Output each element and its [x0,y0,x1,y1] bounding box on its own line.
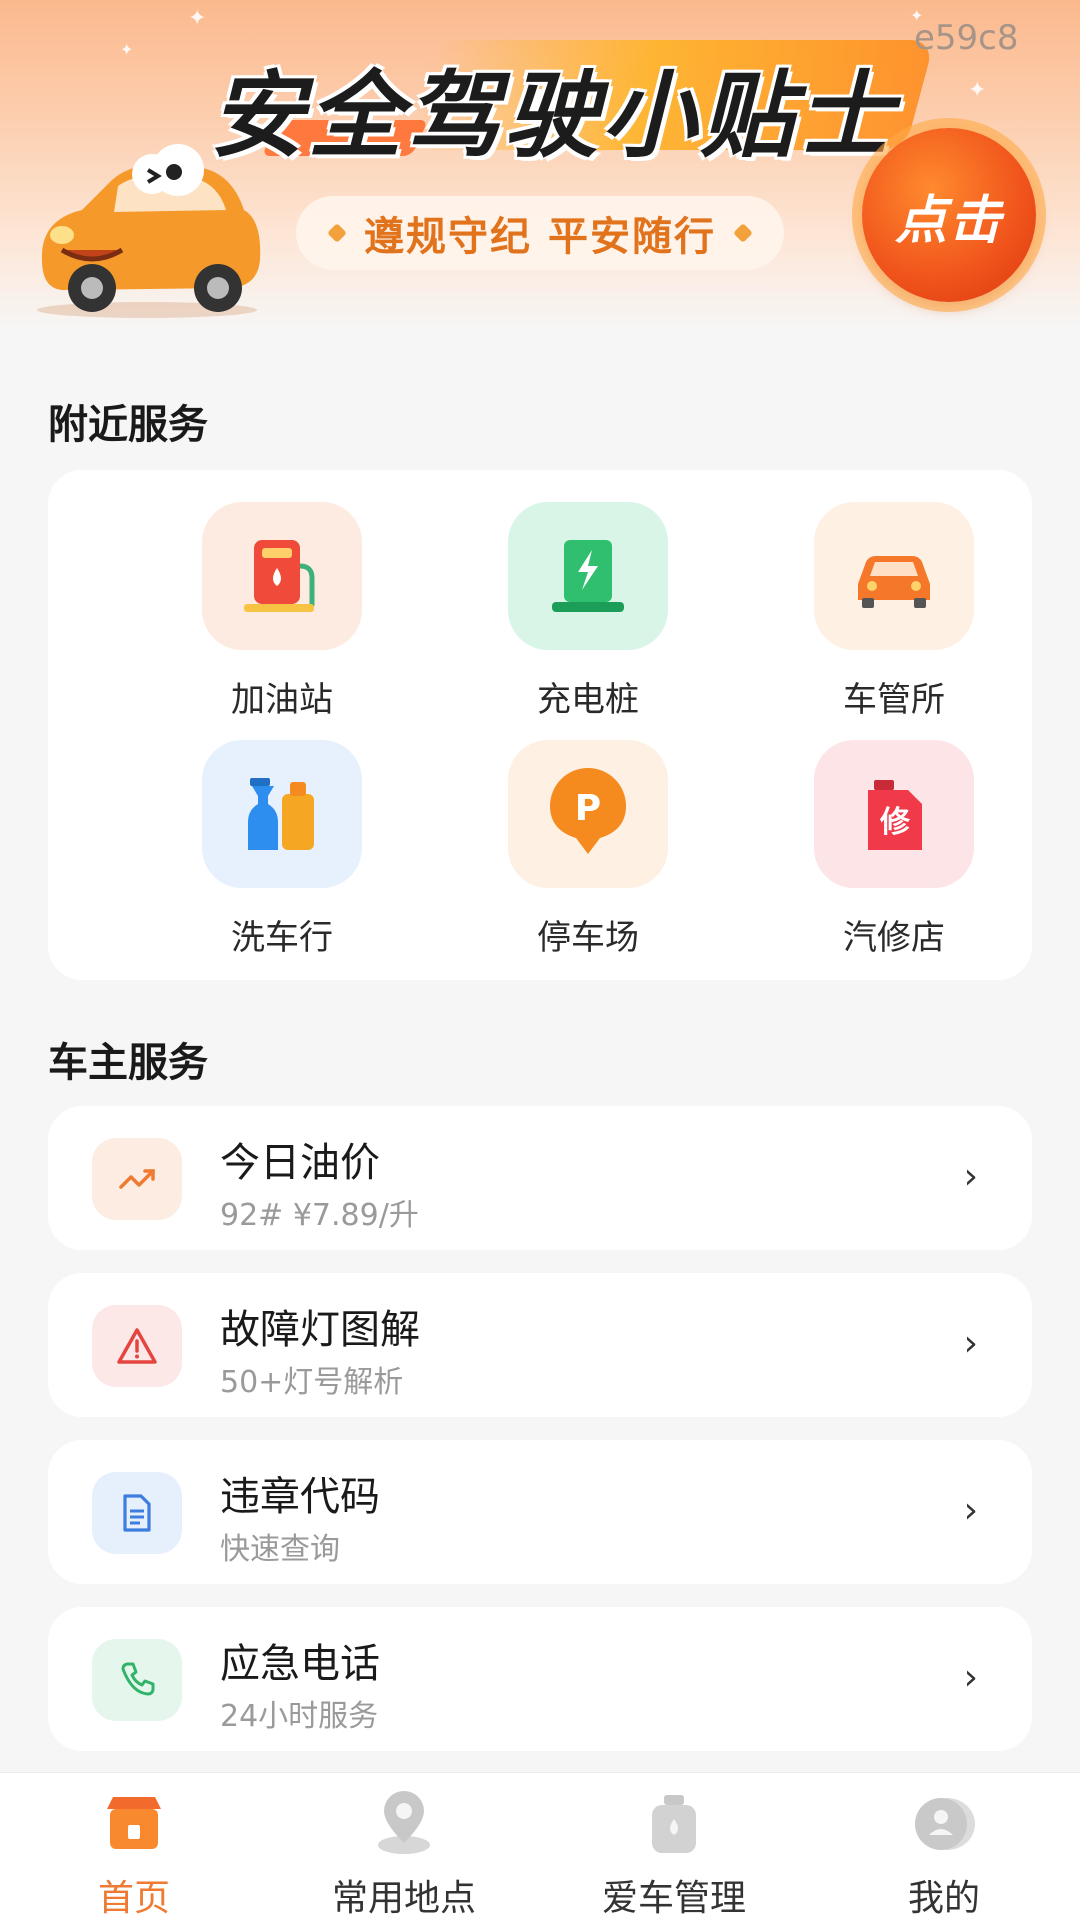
banner-code: e59c8 [914,18,1019,58]
chevron-right-icon: › [963,1156,978,1197]
service-label: 停车场 [537,918,639,958]
car-wash-bottles-icon [202,740,362,888]
row-emergency-phone[interactable]: 应急电话 24小时服务 › [48,1607,1032,1751]
parking-pin-icon: P [508,740,668,888]
click-button-label: 点击 [894,190,1003,251]
tab-mine[interactable]: 我的 [834,1789,1054,1921]
tab-label: 常用地点 [331,1878,476,1919]
service-label: 车管所 [843,680,945,720]
phone-icon [92,1639,182,1721]
repair-can-icon: 修 [814,740,974,888]
charging-pile-icon [508,502,668,650]
svg-text:P: P [575,788,601,829]
row-oil-price[interactable]: 今日油价 92# ¥7.89/升 › [48,1106,1032,1250]
row-subtitle: 92# ¥7.89/升 [220,1198,419,1233]
nearby-services-card: 加油站 充电桩 车管所 洗车行 P 停车场 修 汽修店 [48,470,1032,980]
row-title: 今日油价 [220,1140,380,1186]
chevron-right-icon: › [963,1657,978,1698]
row-title: 违章代码 [220,1474,380,1520]
row-subtitle: 50+灯号解析 [220,1365,404,1400]
bottom-nav: 首页 常用地点 爱车管理 我的 [0,1772,1080,1921]
trend-up-icon [92,1138,182,1220]
document-icon [92,1472,182,1554]
owner-section-title: 车主服务 [48,1040,208,1086]
service-vehicle-office[interactable]: 车管所 [794,502,994,721]
row-warning-lights[interactable]: 故障灯图解 50+灯号解析 › [48,1273,1032,1417]
nearby-section-title: 附近服务 [48,402,208,448]
service-charging-pile[interactable]: 充电桩 [488,502,688,721]
slogan-text: 遵规守纪 平安随行 [364,214,716,260]
row-subtitle: 快速查询 [220,1532,340,1567]
service-label: 充电桩 [537,680,639,720]
service-label: 洗车行 [231,918,333,958]
svg-text:修: 修 [879,805,911,840]
row-subtitle: 24小时服务 [220,1699,379,1734]
tab-label: 爱车管理 [601,1878,746,1919]
service-repair-shop[interactable]: 修 汽修店 [794,740,994,959]
tab-label: 首页 [97,1878,170,1919]
chevron-right-icon: › [963,1323,978,1364]
gas-pump-icon [202,502,362,650]
diamond-icon [733,223,753,243]
home-shop-icon [99,1789,169,1859]
service-parking-lot[interactable]: P 停车场 [488,740,688,959]
service-gas-station[interactable]: 加油站 [182,502,382,721]
oil-can-icon [639,1789,709,1859]
tab-home[interactable]: 首页 [24,1789,244,1921]
car-icon [814,502,974,650]
service-label: 加油站 [231,680,333,720]
service-label: 汽修店 [843,918,945,958]
row-title: 应急电话 [220,1641,380,1687]
sparkle-icon: ✦ [120,40,134,59]
tab-label: 我的 [907,1878,980,1919]
safety-tips-banner[interactable]: ✦ ✦ ✦ ✦ 安全驾驶小贴士 e59c8 遵规守纪 平安随行 点击 [0,0,1080,330]
row-violation-codes[interactable]: 违章代码 快速查询 › [48,1440,1032,1584]
row-title: 故障灯图解 [220,1307,420,1353]
click-button[interactable]: 点击 [862,128,1036,302]
tab-car-management[interactable]: 爱车管理 [564,1789,784,1921]
diamond-icon [327,223,347,243]
chevron-right-icon: › [963,1490,978,1531]
tab-frequent-places[interactable]: 常用地点 [294,1789,514,1921]
slogan-pill: 遵规守纪 平安随行 [296,196,784,270]
sparkle-icon: ✦ [188,6,207,31]
location-pin-icon [369,1789,439,1859]
warning-triangle-icon [92,1305,182,1387]
service-car-wash[interactable]: 洗车行 [182,740,382,959]
banner-title: 安全驾驶小贴士 [210,62,897,171]
user-avatar-icon [909,1789,979,1859]
sparkle-icon: ✦ [968,78,987,103]
